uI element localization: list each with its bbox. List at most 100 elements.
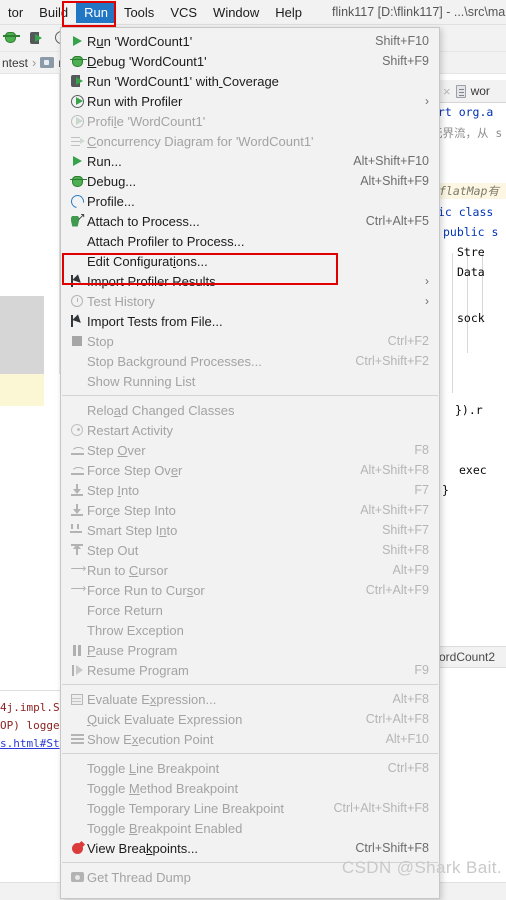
editor-tab-label: wor — [470, 84, 490, 98]
menu-item-shortcut: Ctrl+Shift+F8 — [355, 841, 429, 855]
menu-item-label: Test History — [87, 293, 155, 309]
menubar-item-build[interactable]: Build — [31, 2, 76, 23]
menu-item-label: Evaluate Expression... — [87, 691, 217, 707]
close-icon[interactable]: × — [443, 85, 451, 98]
pause-icon — [67, 644, 87, 656]
code-line: exec — [459, 463, 487, 477]
menu-item-label: Toggle Temporary Line Breakpoint — [87, 800, 285, 816]
menu-item-stop-background-processes: Stop Background Processes... Ctrl+Shift+F… — [61, 351, 439, 371]
menu-item-test-history: Test History › — [61, 291, 439, 311]
code-line: }).r — [455, 403, 483, 417]
menu-item-shortcut: Ctrl+Alt+Shift+F8 — [333, 801, 429, 815]
menu-item-run-with-profiler[interactable]: Run with Profiler › — [61, 91, 439, 111]
debug-toolbar-icon[interactable] — [2, 29, 20, 47]
menu-item-attach-profiler-to-process[interactable]: Attach Profiler to Process... — [61, 231, 439, 251]
coverage-toolbar-icon[interactable] — [28, 29, 46, 47]
menu-item-debug[interactable]: Debug... Alt+Shift+F9 — [61, 171, 439, 191]
run-tool-window-tab[interactable]: ordCount2 — [437, 646, 506, 668]
menu-item-label: Run 'WordCount1' — [87, 33, 193, 49]
menu-item-label: Pause Program — [87, 642, 178, 658]
menu-item-shortcut: Alt+Shift+F9 — [360, 174, 429, 188]
menu-item-label: Step Over — [87, 442, 146, 458]
menu-item-toggle-breakpoint-enabled: Toggle Breakpoint Enabled — [61, 818, 439, 838]
menu-item-throw-exception: Throw Exception — [61, 620, 439, 640]
menu-item-label: Toggle Method Breakpoint — [87, 780, 239, 796]
menu-item-show-running-list: Show Running List — [61, 371, 439, 391]
menubar-item-vcs[interactable]: VCS — [162, 2, 205, 23]
menu-separator — [62, 684, 438, 685]
menu-item-label: Run 'WordCount1' with Coverage — [87, 73, 279, 89]
import-icon — [67, 315, 87, 327]
step-out-icon — [67, 544, 87, 556]
menu-item-label: Toggle Breakpoint Enabled — [87, 820, 243, 836]
menu-item-label: Step Out — [87, 542, 139, 558]
debug-icon — [67, 175, 87, 187]
profile-disabled-icon — [67, 114, 87, 128]
watermark: CSDN @Shark Bait. — [341, 858, 502, 877]
menu-item-reload-changed-classes: Reload Changed Classes — [61, 400, 439, 420]
menu-item-label: Run... — [87, 153, 122, 169]
step-over-icon — [67, 465, 87, 475]
menu-item-debug-wordcount1[interactable]: Debug 'WordCount1' Shift+F9 — [61, 51, 439, 71]
menu-item-shortcut: Alt+F9 — [392, 563, 429, 577]
editor-tab[interactable]: × wor — [437, 80, 506, 103]
menu-item-shortcut: F7 — [414, 483, 429, 497]
code-line: 无界流，从 s — [437, 126, 503, 140]
menu-item-label: Debug... — [87, 173, 137, 189]
menubar-item-window[interactable]: Window — [205, 2, 267, 23]
menu-item-run[interactable]: Run... Alt+Shift+F10 — [61, 151, 439, 171]
menu-item-label: View Breakpoints... — [87, 840, 199, 856]
menubar-item-run[interactable]: Run — [76, 1, 116, 23]
clock-icon — [67, 295, 87, 307]
menu-item-label: Show Running List — [87, 373, 196, 389]
console-link[interactable]: s.html#St — [0, 737, 60, 750]
menu-item-step-out: Step Out Shift+F8 — [61, 540, 439, 560]
menu-item-label: Smart Step Into — [87, 522, 178, 538]
menu-item-label: Run to Cursor — [87, 562, 168, 578]
menu-separator — [62, 753, 438, 754]
menu-bar: tor Build Run Tools VCS Window Help flin… — [0, 0, 506, 25]
stop-icon — [67, 336, 87, 346]
menu-item-edit-configurations[interactable]: Edit Configurations... — [61, 251, 439, 271]
chevron-right-icon: › — [425, 94, 429, 108]
menu-item-view-breakpoints[interactable]: View Breakpoints... Ctrl+Shift+F8 — [61, 838, 439, 858]
menubar-item-help[interactable]: Help — [267, 2, 310, 23]
menu-item-import-tests-from-file[interactable]: Import Tests from File... — [61, 311, 439, 331]
menu-item-shortcut: Ctrl+Alt+F5 — [365, 214, 429, 228]
smart-step-icon — [67, 524, 87, 536]
menu-item-run-to-cursor: ⟶ Run to Cursor Alt+F9 — [61, 560, 439, 580]
menu-item-smart-step-into: Smart Step Into Shift+F7 — [61, 520, 439, 540]
run-menu-dropdown[interactable]: Run 'WordCount1' Shift+F10 Debug 'WordCoun… — [60, 27, 440, 899]
left-gray-band — [0, 296, 44, 374]
menu-item-shortcut: Ctrl+Alt+F8 — [365, 712, 429, 726]
left-yellow-band — [0, 374, 44, 406]
menu-item-label: Profile 'WordCount1' — [87, 113, 206, 129]
debug-icon — [67, 55, 87, 67]
menu-item-label: Stop Background Processes... — [87, 353, 262, 369]
menu-item-label: Concurrency Diagram for 'WordCount1' — [87, 133, 314, 149]
menu-item-shortcut: Alt+F8 — [392, 692, 429, 706]
menu-item-profile[interactable]: Profile... — [61, 191, 439, 211]
menu-item-label: Show Execution Point — [87, 731, 214, 747]
menu-item-shortcut: Alt+Shift+F7 — [360, 503, 429, 517]
menu-item-pause-program: Pause Program — [61, 640, 439, 660]
menu-item-label: Force Return — [87, 602, 163, 618]
menu-item-import-profiler-results[interactable]: Import Profiler Results › — [61, 271, 439, 291]
menu-item-attach-to-process[interactable]: Attach to Process... Ctrl+Alt+F5 — [61, 211, 439, 231]
step-into-icon — [67, 504, 87, 516]
folder-icon — [40, 57, 55, 68]
window-title: flink117 [D:\flink117] - ...\src\main\j — [332, 5, 506, 19]
breadcrumb-item-first[interactable]: ntest — [2, 56, 28, 70]
menu-item-force-run-to-cursor: ⟶ Force Run to Cursor Ctrl+Alt+F9 — [61, 580, 439, 600]
menu-item-run-wordcount1[interactable]: Run 'WordCount1' Shift+F10 — [61, 31, 439, 51]
menu-item-run-wordcount1-with-coverage[interactable]: Run 'WordCount1' with Coverage — [61, 71, 439, 91]
view-breakpoints-icon — [67, 842, 87, 854]
code-editor[interactable]: ort org.a 无界流，从 s flatMap有 lic class pub… — [437, 103, 506, 643]
menu-item-profile-wordcount1: Profile 'WordCount1' — [61, 111, 439, 131]
menu-item-label: Run with Profiler — [87, 93, 183, 109]
menubar-item-tor[interactable]: tor — [0, 2, 31, 23]
menu-item-label: Restart Activity — [87, 422, 173, 438]
menubar-item-tools[interactable]: Tools — [116, 2, 162, 23]
evaluate-icon — [67, 693, 87, 705]
menu-item-label: Step Into — [87, 482, 140, 498]
